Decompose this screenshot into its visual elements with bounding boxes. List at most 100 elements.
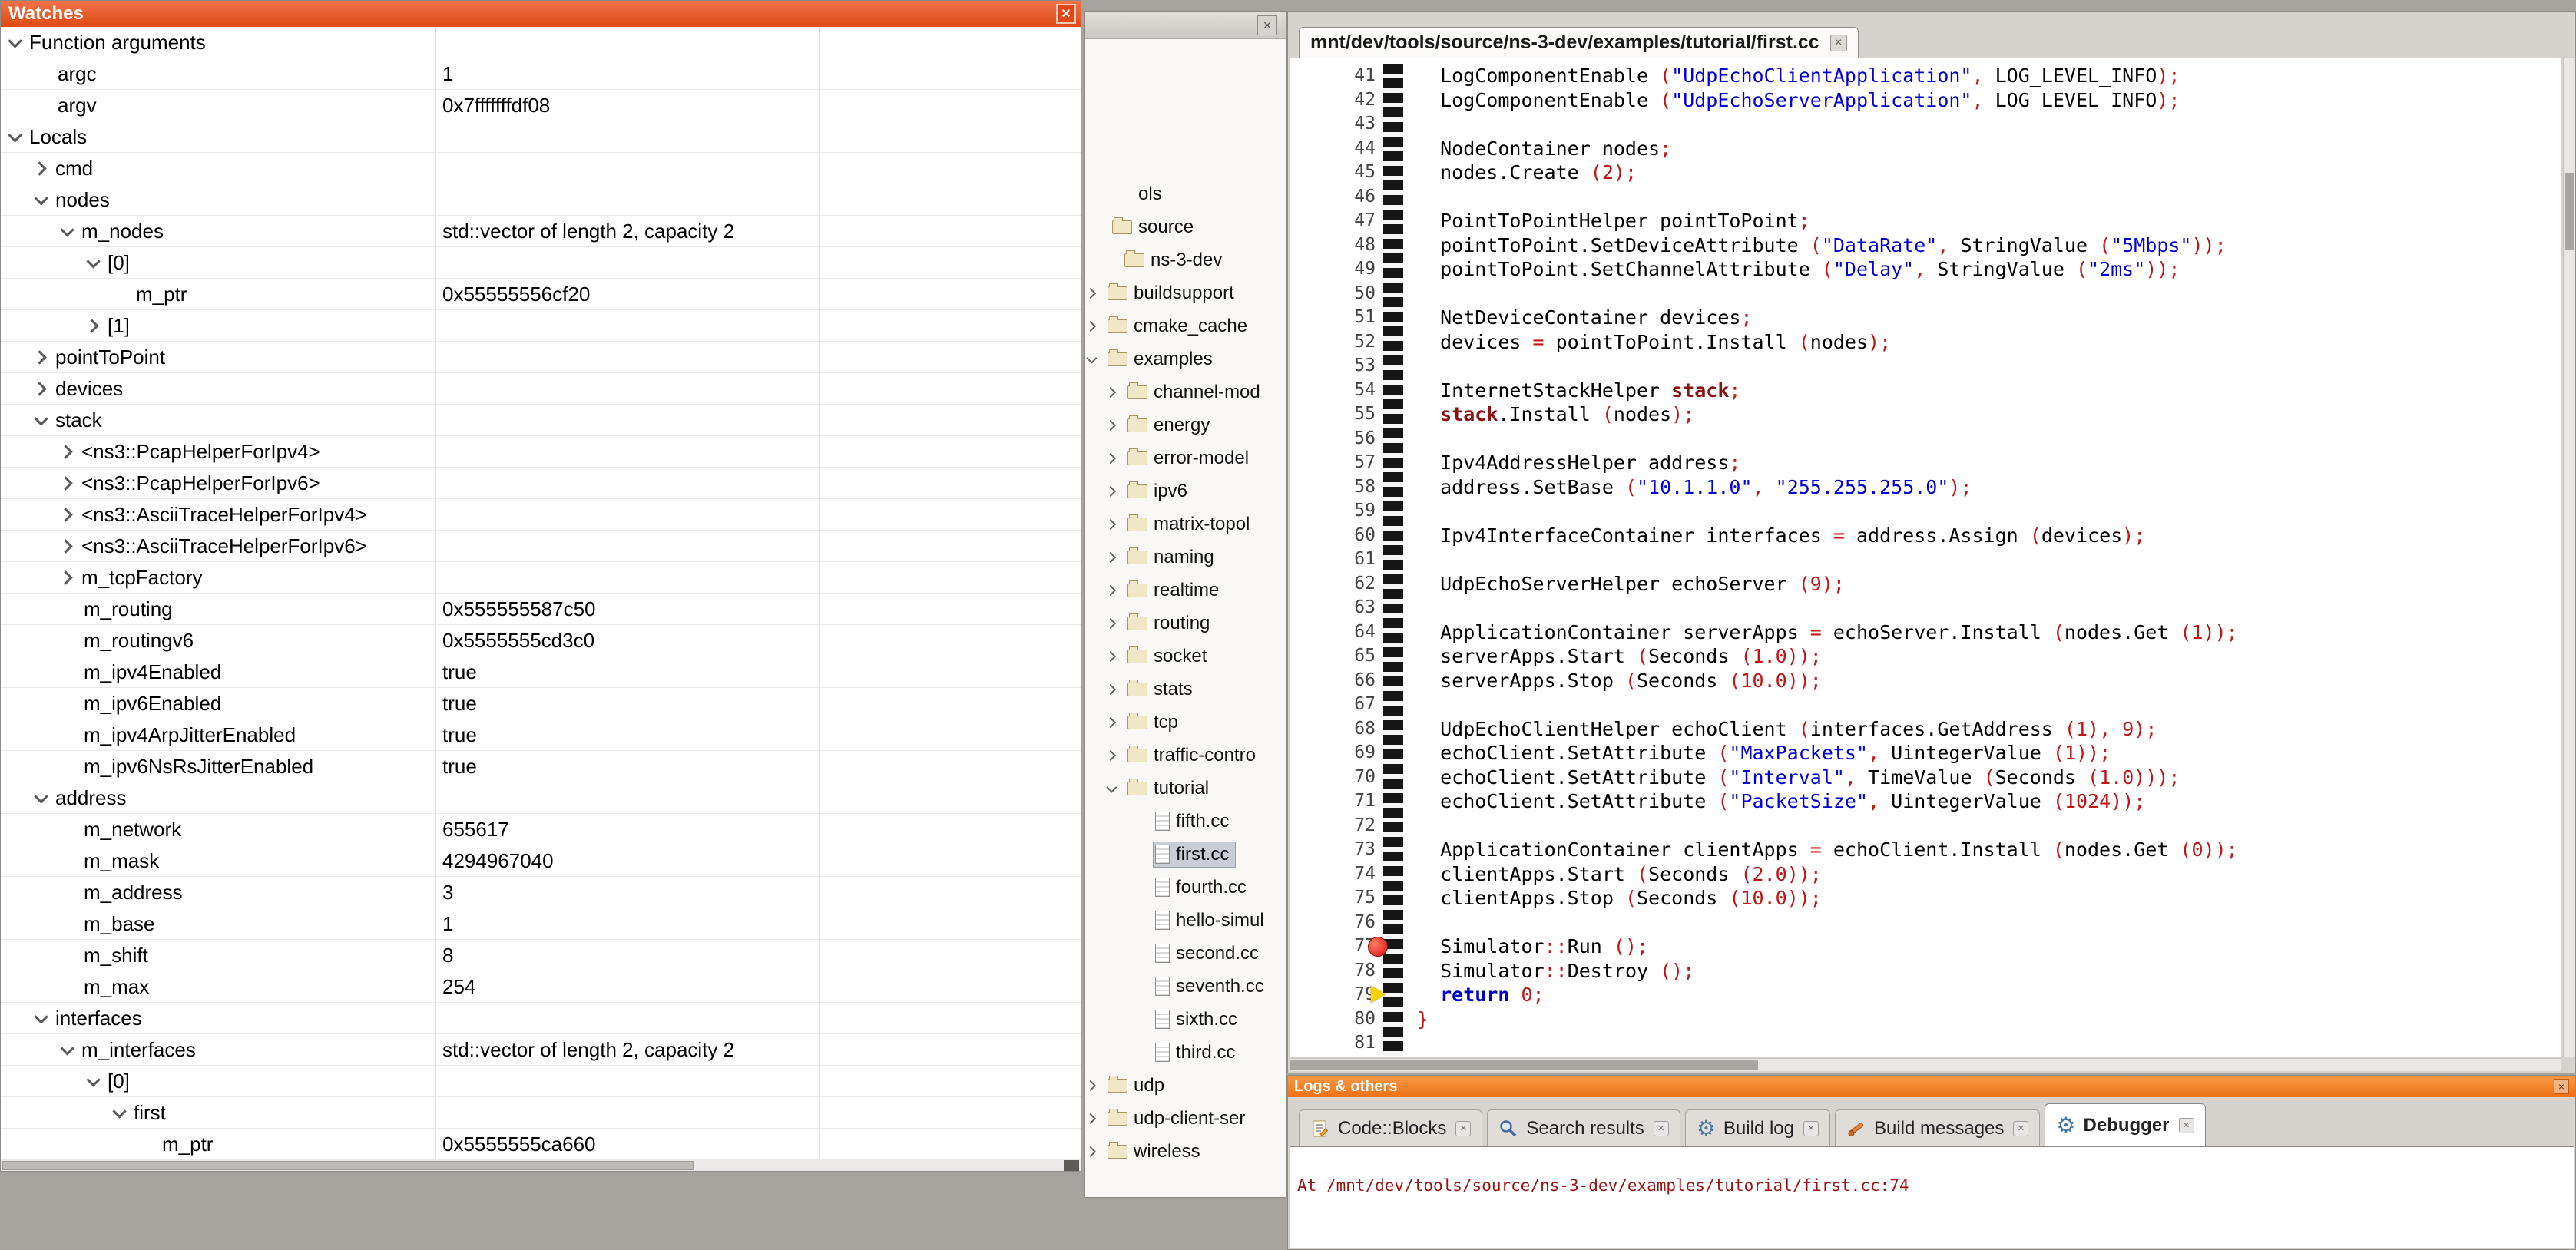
log-tab-debugger[interactable]: ⚙Debugger× xyxy=(2045,1103,2205,1146)
tree-item-second-cc[interactable]: second.cc xyxy=(1085,937,1286,970)
tree-label-box[interactable]: source xyxy=(1110,214,1200,240)
line-margin[interactable] xyxy=(1376,1007,1417,1032)
watch-row[interactable]: Function arguments xyxy=(1,27,1081,58)
code-line-79[interactable]: 79 return 0; xyxy=(1290,983,2561,1007)
tree-item-socket[interactable]: socket xyxy=(1085,640,1286,673)
tree-item-examples[interactable]: examples xyxy=(1085,342,1286,375)
tree-item-cmake-cache[interactable]: cmake_cache xyxy=(1085,309,1286,342)
code-line-72[interactable]: 72 xyxy=(1290,814,2561,838)
tree-item-ipv6[interactable]: ipv6 xyxy=(1085,475,1286,508)
tree-item-energy[interactable]: energy xyxy=(1085,408,1286,441)
watch-row[interactable]: m_network655617 xyxy=(1,814,1081,845)
line-margin[interactable] xyxy=(1376,282,1417,306)
scrollbar-thumb[interactable] xyxy=(1290,1060,1758,1070)
line-margin[interactable] xyxy=(1376,524,1417,548)
watch-row[interactable]: argv0x7fffffffdf08 xyxy=(1,90,1081,121)
chevron-down-icon[interactable] xyxy=(8,34,22,48)
line-margin[interactable] xyxy=(1376,572,1417,597)
watches-table[interactable]: Function argumentsargc1argv0x7fffffffdf0… xyxy=(1,27,1081,1159)
tree-label-box[interactable]: naming xyxy=(1125,544,1221,570)
line-margin[interactable] xyxy=(1376,379,1417,403)
watch-row[interactable]: nodes xyxy=(1,184,1081,216)
watch-row[interactable]: <ns3::AsciiTraceHelperForIpv6> xyxy=(1,531,1081,562)
watch-row[interactable]: m_max254 xyxy=(1,971,1081,1003)
tree-item-channel-mod[interactable]: channel-mod xyxy=(1085,375,1286,408)
line-margin[interactable] xyxy=(1376,838,1417,862)
code-line-57[interactable]: 57 Ipv4AddressHelper address; xyxy=(1290,451,2561,475)
watches-titlebar[interactable]: Watches xyxy=(1,1,1081,27)
close-icon[interactable]: × xyxy=(1455,1121,1471,1136)
code-line-54[interactable]: 54 InternetStackHelper stack; xyxy=(1290,379,2561,403)
chevron-right-icon[interactable] xyxy=(1105,617,1116,628)
chevron-right-icon[interactable] xyxy=(58,570,72,584)
line-margin[interactable] xyxy=(1376,330,1417,355)
tree-item-udp-client-ser[interactable]: udp-client-ser xyxy=(1085,1102,1286,1135)
tree-label-box[interactable]: routing xyxy=(1125,610,1217,637)
line-margin[interactable] xyxy=(1376,983,1417,1007)
tree-label-box[interactable]: udp-client-ser xyxy=(1105,1106,1252,1132)
chevron-right-icon[interactable] xyxy=(84,319,98,332)
code-line-81[interactable]: 81 xyxy=(1290,1031,2561,1056)
watch-row[interactable]: m_nodesstd::vector of length 2, capacity… xyxy=(1,216,1081,247)
tree-label-box[interactable]: ipv6 xyxy=(1125,478,1194,504)
code-line-73[interactable]: 73 ApplicationContainer clientApps = ech… xyxy=(1290,838,2561,862)
chevron-down-icon[interactable] xyxy=(112,1104,126,1118)
log-tab-code-blocks[interactable]: Code::Blocks× xyxy=(1299,1109,1482,1146)
code-line-64[interactable]: 64 ApplicationContainer serverApps = ech… xyxy=(1290,620,2561,645)
tree-label-box[interactable]: wireless xyxy=(1105,1139,1207,1165)
watch-row[interactable]: <ns3::PcapHelperForIpv4> xyxy=(1,436,1081,468)
code-line-48[interactable]: 48 pointToPoint.SetDeviceAttribute ("Dat… xyxy=(1290,233,2561,258)
log-tab-build-log[interactable]: ⚙Build log× xyxy=(1685,1109,1830,1146)
tree-item-third-cc[interactable]: third.cc xyxy=(1085,1036,1286,1069)
log-tab-build-messages[interactable]: Build messages× xyxy=(1835,1109,2040,1146)
close-icon[interactable]: × xyxy=(1654,1121,1669,1136)
close-icon[interactable]: × xyxy=(2179,1118,2194,1133)
tree-label-box[interactable]: seventh.cc xyxy=(1153,974,1271,1000)
tree-item-fourth-cc[interactable]: fourth.cc xyxy=(1085,871,1286,904)
watch-row[interactable]: [0] xyxy=(1,247,1081,279)
tree-item-source[interactable]: source xyxy=(1085,210,1286,243)
watch-row[interactable]: m_tcpFactory xyxy=(1,562,1081,594)
watch-row[interactable]: m_ipv4ArpJitterEnabledtrue xyxy=(1,719,1081,751)
line-margin[interactable] xyxy=(1376,451,1417,475)
code-line-45[interactable]: 45 nodes.Create (2); xyxy=(1290,160,2561,185)
tree-label-box[interactable]: tutorial xyxy=(1125,775,1216,802)
chevron-right-icon[interactable] xyxy=(1105,452,1116,463)
project-tree[interactable]: olssourcens-3-devbuildsupportcmake_cache… xyxy=(1085,39,1286,1197)
tree-label-box[interactable]: hello-simul xyxy=(1153,908,1271,934)
chevron-right-icon[interactable] xyxy=(1105,386,1116,397)
watch-row[interactable]: [0] xyxy=(1,1066,1081,1097)
line-margin[interactable] xyxy=(1376,620,1417,645)
tree-label-box[interactable]: stats xyxy=(1125,676,1200,703)
code-line-69[interactable]: 69 echoClient.SetAttribute ("MaxPackets"… xyxy=(1290,741,2561,766)
close-icon[interactable]: × xyxy=(2013,1121,2028,1136)
chevron-right-icon[interactable] xyxy=(1085,1146,1096,1156)
watch-row[interactable]: Locals xyxy=(1,121,1081,153)
watch-row[interactable]: m_interfacesstd::vector of length 2, cap… xyxy=(1,1034,1081,1066)
chevron-right-icon[interactable] xyxy=(1105,683,1116,694)
watch-row[interactable]: m_address3 xyxy=(1,877,1081,908)
code-line-51[interactable]: 51 NetDeviceContainer devices; xyxy=(1290,306,2561,330)
tree-label-box[interactable]: sixth.cc xyxy=(1153,1007,1244,1033)
line-margin[interactable] xyxy=(1376,64,1417,88)
chevron-right-icon[interactable] xyxy=(1105,749,1116,760)
chevron-down-icon[interactable] xyxy=(86,1073,100,1086)
scrollbar-thumb[interactable] xyxy=(2565,173,2574,250)
line-margin[interactable] xyxy=(1376,959,1417,984)
line-margin[interactable] xyxy=(1376,547,1417,572)
editor-hscrollbar[interactable] xyxy=(1290,1058,2561,1071)
close-icon[interactable]: × xyxy=(1257,15,1277,35)
log-tab-search-results[interactable]: Search results× xyxy=(1487,1109,1680,1146)
chevron-down-icon[interactable] xyxy=(34,789,48,803)
tree-item-naming[interactable]: naming xyxy=(1085,541,1286,574)
line-margin[interactable] xyxy=(1376,499,1417,524)
tree-label-box[interactable]: second.cc xyxy=(1153,941,1266,967)
watch-row[interactable]: m_routing0x555555587c50 xyxy=(1,594,1081,625)
line-margin[interactable] xyxy=(1376,934,1417,959)
line-margin[interactable] xyxy=(1376,475,1417,500)
chevron-right-icon[interactable] xyxy=(1105,485,1116,496)
tree-item-first-cc[interactable]: first.cc xyxy=(1085,838,1286,871)
breakpoint-icon[interactable] xyxy=(1368,937,1388,957)
chevron-down-icon[interactable] xyxy=(1106,782,1117,792)
code-line-71[interactable]: 71 echoClient.SetAttribute ("PacketSize"… xyxy=(1290,789,2561,814)
